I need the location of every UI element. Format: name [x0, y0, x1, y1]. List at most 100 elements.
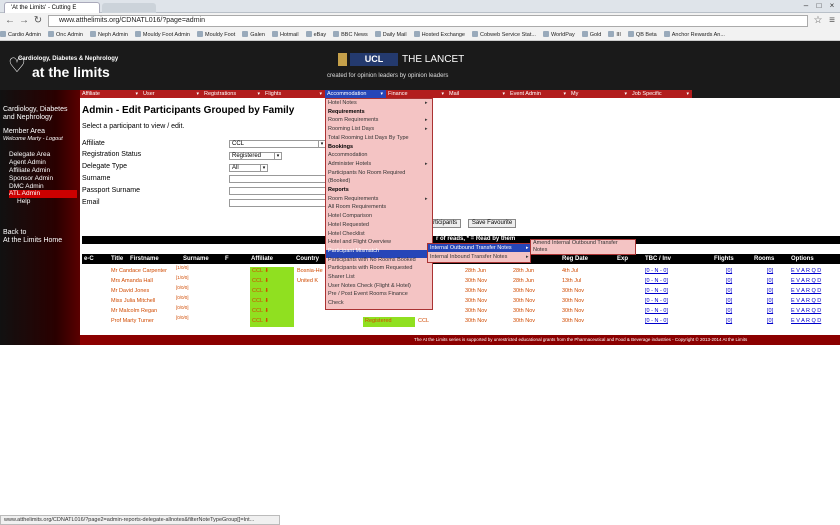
bookmark-6[interactable]: Galen	[242, 31, 265, 38]
bookmark-17[interactable]: Anchor Rewards An...	[664, 31, 725, 38]
flights-link[interactable]: [0]	[726, 308, 732, 314]
accommodation-menu-item-12[interactable]: Room Requirements ▸	[328, 196, 428, 202]
accommodation-menu-item-7[interactable]: Accommodation	[328, 152, 367, 158]
participant-name-link[interactable]: Mr Malcolm Regan	[111, 308, 157, 314]
sidebar-item-atl-admin[interactable]: ATL Admin	[9, 190, 40, 197]
participant-name-link[interactable]: Mr Candace Carpenter	[111, 268, 167, 274]
browser-tab-active[interactable]: 'At the Limits' - Cutting E	[4, 2, 100, 13]
bookmark-3[interactable]: Neph Admin	[90, 31, 128, 38]
menu-accommodation[interactable]: Accommodation ▾	[325, 90, 386, 98]
tbc-inv-link[interactable]: [0 - N - 0]	[645, 278, 668, 284]
sidebar-item-help[interactable]: Help	[17, 198, 30, 205]
menu-my[interactable]: My ▾	[569, 90, 630, 98]
col-header-affiliate[interactable]: Affiliate	[251, 256, 273, 262]
col-header-country[interactable]: Country	[296, 256, 319, 262]
forward-icon[interactable]: →	[18, 15, 30, 27]
menu-icon[interactable]: ≡	[826, 15, 838, 27]
menu-user[interactable]: User ▾	[141, 90, 202, 98]
participant-name-link[interactable]: Prof Marty Turner	[111, 318, 154, 324]
flights-link[interactable]: [0]	[726, 298, 732, 304]
bookmark-5[interactable]: Mouldy Foot	[197, 31, 235, 38]
address-bar[interactable]: www.atthelimits.org/CDNATL016/?page=admi…	[48, 15, 808, 27]
accommodation-menu-item-3[interactable]: Room Requirements ▸	[328, 117, 428, 123]
bookmark-15[interactable]: III	[608, 31, 621, 38]
accommodation-menu-item-10[interactable]: (Booked)	[328, 178, 350, 184]
welcome-logout-link[interactable]: Welcome Marty - Logout	[3, 136, 63, 142]
menu-flights[interactable]: Flights ▾	[263, 90, 325, 98]
col-header-firstname[interactable]: Firstname	[130, 256, 159, 262]
bookmark-1[interactable]: Cardio Admin	[0, 31, 41, 38]
accommodation-menu-item-18[interactable]: Participant Mismatch	[328, 248, 379, 254]
col-header-tbc-inv[interactable]: TBC / Inv	[645, 256, 671, 262]
col-header-title[interactable]: Title	[111, 256, 123, 262]
rooms-link[interactable]: [0]	[767, 318, 773, 324]
rooms-link[interactable]: [0]	[767, 288, 773, 294]
accommodation-menu-item-16[interactable]: Hotel Checklist	[328, 231, 365, 237]
menu-event-admin[interactable]: Event Admin ▾	[508, 90, 569, 98]
notes-submenu-item-2[interactable]: Internal Inbound Transfer Notes ▸	[430, 254, 529, 260]
col-header-ec[interactable]: e-C	[84, 256, 94, 262]
browser-tab-new[interactable]	[102, 3, 156, 13]
star-icon[interactable]: ☆	[812, 15, 824, 27]
accommodation-menu-item-24[interactable]: Check	[328, 300, 344, 306]
col-header-f[interactable]: F	[225, 256, 229, 262]
accommodation-menu-item-15[interactable]: Hotel Requested	[328, 222, 369, 228]
accommodation-menu-item-9[interactable]: Participants No Room Required	[328, 170, 405, 176]
menu-job-specific[interactable]: Job Specific ▾	[630, 90, 692, 98]
sidebar-item-delegate-area[interactable]: Delegate Area	[9, 151, 50, 158]
bookmark-10[interactable]: Daily Mail	[375, 31, 407, 38]
participant-name-link[interactable]: Miss Julia Mitchell	[111, 298, 155, 304]
sidebar-item-sponsor-admin[interactable]: Sponsor Admin	[9, 175, 53, 182]
back-home-link[interactable]: At the Limits Home	[3, 237, 62, 244]
bookmark-8[interactable]: eBay	[306, 31, 327, 38]
col-header-exp[interactable]: Exp	[617, 256, 628, 262]
back-to-label[interactable]: Back to	[3, 229, 26, 236]
options-links[interactable]: E V A R Q D	[791, 268, 821, 274]
flights-link[interactable]: [0]	[726, 278, 732, 284]
options-links[interactable]: E V A R Q D	[791, 318, 821, 324]
bookmark-14[interactable]: Gold	[582, 31, 602, 38]
accommodation-menu-item-1[interactable]: Hotel Notes ▸	[328, 100, 428, 106]
surname-input[interactable]	[229, 175, 326, 183]
registration-status-select[interactable]: Registered ▾	[229, 152, 282, 160]
maximize-icon[interactable]: □	[813, 1, 825, 11]
accommodation-menu-item-22[interactable]: User Notes Check (Flight & Hotel)	[328, 283, 411, 289]
affiliate-select[interactable]: CCL ▾	[229, 140, 326, 148]
tbc-inv-link[interactable]: [0 - N - 0]	[645, 308, 668, 314]
rooms-link[interactable]: [0]	[767, 278, 773, 284]
email-input[interactable]	[229, 199, 326, 207]
flights-link[interactable]: [0]	[726, 268, 732, 274]
accommodation-menu-item-17[interactable]: Hotel and Flight Overview	[328, 239, 391, 245]
rooms-link[interactable]: [0]	[767, 308, 773, 314]
menu-registrations[interactable]: Registrations ▾	[202, 90, 263, 98]
options-links[interactable]: E V A R Q D	[791, 298, 821, 304]
accommodation-menu-item-19[interactable]: Participants with No Rooms Booked	[328, 257, 416, 263]
sidebar-item-dmc-admin[interactable]: DMC Admin	[9, 183, 44, 190]
accommodation-menu-item-20[interactable]: Participants with Room Requested	[328, 265, 412, 271]
sidebar-item-agent-admin[interactable]: Agent Admin	[9, 159, 46, 166]
col-header-flights[interactable]: Flights	[714, 256, 734, 262]
options-links[interactable]: E V A R Q D	[791, 308, 821, 314]
participant-name-link[interactable]: Mrs Amanda Hall	[111, 278, 153, 284]
accommodation-menu-item-13[interactable]: All Room Requirements	[328, 204, 386, 210]
flights-link[interactable]: [0]	[726, 318, 732, 324]
tbc-inv-link[interactable]: [0 - N - 0]	[645, 298, 668, 304]
close-icon[interactable]: ×	[826, 1, 838, 11]
col-header-surname[interactable]: Surname	[183, 256, 209, 262]
menu-finance[interactable]: Finance ▾	[386, 90, 447, 98]
rooms-link[interactable]: [0]	[767, 298, 773, 304]
sidebar-item-affiliate-admin[interactable]: Affiliate Admin	[9, 167, 50, 174]
col-header-rooms[interactable]: Rooms	[754, 256, 774, 262]
bookmark-11[interactable]: Hosted Exchange	[414, 31, 465, 38]
rooms-link[interactable]: [0]	[767, 268, 773, 274]
notes-submenu-item-1[interactable]: Internal Outbound Transfer Notes ▸	[430, 245, 529, 251]
flights-link[interactable]: [0]	[726, 288, 732, 294]
col-header-reg-date[interactable]: Reg Date	[562, 256, 588, 262]
bookmark-9[interactable]: BBC News	[333, 31, 368, 38]
save-favourite-button[interactable]: Save Favourite	[468, 219, 516, 228]
menu-affiliate[interactable]: Affiliate ▾	[80, 90, 141, 98]
minimize-icon[interactable]: –	[800, 1, 812, 11]
accommodation-menu-item-5[interactable]: Total Rooming List Days By Type	[328, 135, 409, 141]
menu-mail[interactable]: Mail ▾	[447, 90, 508, 98]
accommodation-menu-item-4[interactable]: Rooming List Days ▸	[328, 126, 428, 132]
